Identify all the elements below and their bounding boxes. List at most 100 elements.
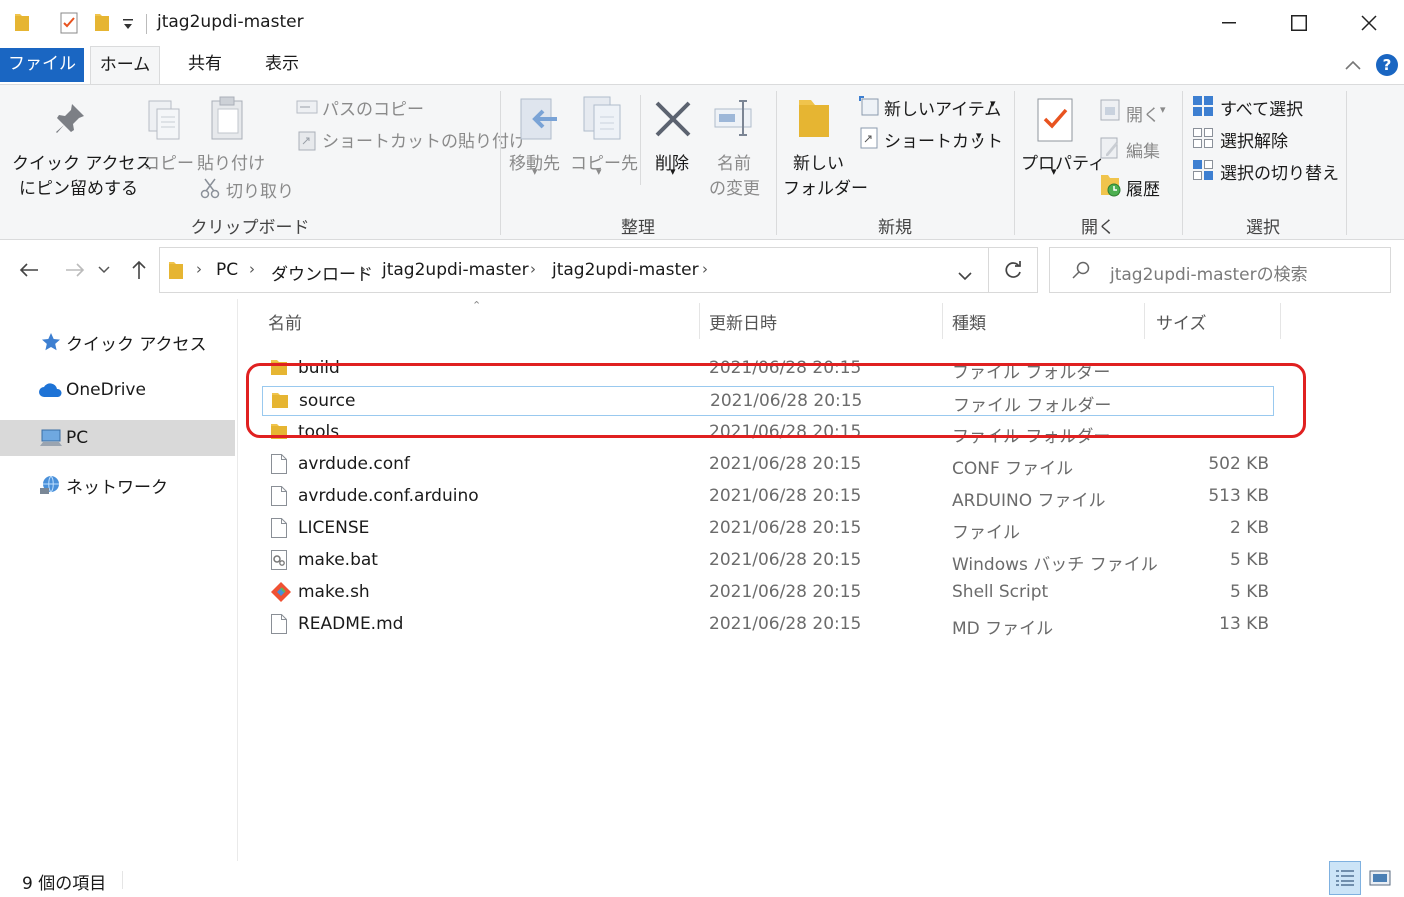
history-button[interactable]: 履歴	[1126, 175, 1160, 200]
back-button[interactable]	[14, 255, 44, 285]
select-all-icon	[1192, 95, 1214, 121]
large-icons-view-button[interactable]	[1364, 861, 1396, 895]
minimize-button[interactable]	[1194, 0, 1264, 46]
new-item-button[interactable]: 新しいアイテム	[884, 95, 1001, 120]
table-row[interactable]: avrdude.conf.arduino 2021/06/28 20:15 ARDU…	[262, 482, 1274, 512]
file-type: ARDUINO ファイル	[952, 491, 1106, 511]
nav-label: PC	[66, 428, 89, 448]
search-icon	[1072, 261, 1090, 283]
customize-toolbar-icon[interactable]	[122, 16, 134, 35]
table-row[interactable]: make.sh 2021/06/28 20:15 Shell Script 5 KB	[262, 578, 1274, 608]
tab-home[interactable]: ホーム	[90, 46, 160, 85]
edit-button[interactable]: 編集	[1126, 137, 1160, 162]
close-button[interactable]	[1334, 0, 1404, 46]
tab-share[interactable]: 共有	[172, 46, 238, 84]
sort-ascending-icon: ⌃	[472, 299, 482, 312]
properties-dropdown-icon[interactable]: ▾	[1051, 165, 1057, 178]
file-date: 2021/06/28 20:15	[709, 518, 862, 538]
breadcrumb-pc[interactable]: PC	[216, 260, 238, 280]
edit-icon	[1100, 137, 1120, 163]
refresh-button[interactable]	[988, 247, 1038, 293]
file-type: Shell Script	[952, 582, 1049, 602]
help-icon[interactable]: ?	[1375, 53, 1399, 81]
breadcrumb-downloads[interactable]: ダウンロード	[271, 260, 373, 285]
table-row[interactable]: README.md 2021/06/28 20:15 MD ファイル 13 KB	[262, 610, 1274, 640]
select-none-button[interactable]: 選択解除	[1220, 127, 1288, 152]
move-to-dropdown-icon[interactable]: ▾	[532, 165, 538, 178]
table-row[interactable]: make.bat 2021/06/28 20:15 Windows バッチ ファイル…	[262, 546, 1274, 576]
column-header-type[interactable]: 種類	[952, 309, 986, 335]
open-button[interactable]: 開く	[1126, 101, 1160, 126]
delete-icon	[653, 99, 693, 143]
group-separator	[1346, 91, 1347, 235]
new-folder-quick-icon[interactable]	[94, 12, 110, 36]
details-view-button[interactable]	[1329, 861, 1361, 895]
new-folder-button[interactable]: 新しい	[793, 149, 844, 174]
pin-quick-access-button[interactable]: クイック アクセス	[12, 149, 153, 174]
delete-dropdown-icon[interactable]: ▾	[670, 165, 676, 178]
properties-button[interactable]: プロパティ	[1021, 149, 1105, 174]
maximize-button[interactable]	[1264, 0, 1334, 46]
copy-button[interactable]: コピー	[143, 149, 194, 174]
search-box[interactable]: jtag2updi-masterの検索	[1049, 247, 1391, 293]
select-none-icon	[1192, 127, 1214, 153]
copy-to-button[interactable]: コピー先	[570, 149, 638, 174]
nav-item-network[interactable]: ネットワーク	[0, 467, 235, 503]
new-folder-label2[interactable]: フォルダー	[783, 174, 868, 199]
properties-quick-icon[interactable]	[60, 12, 78, 38]
recent-locations-button[interactable]	[94, 255, 114, 285]
nav-item-quick-access[interactable]: クイック アクセス	[0, 324, 235, 360]
address-bar[interactable]: › PC › ダウンロード › jtag2updi-master › jtag2…	[159, 247, 989, 293]
nav-label: クイック アクセス	[66, 334, 207, 355]
column-separator[interactable]	[942, 303, 943, 339]
file-name: README.md	[298, 614, 404, 634]
select-all-button[interactable]: すべて選択	[1220, 95, 1303, 120]
column-header-name[interactable]: 名前	[268, 309, 302, 335]
file-icon	[270, 453, 288, 479]
file-type: CONF ファイル	[952, 459, 1074, 479]
table-row[interactable]: LICENSE 2021/06/28 20:15 ファイル 2 KB	[262, 514, 1274, 544]
shortcut-dropdown-icon[interactable]: ▾	[976, 129, 982, 142]
tab-file[interactable]: ファイル	[0, 48, 84, 82]
address-history-icon[interactable]	[958, 266, 972, 285]
new-item-dropdown-icon[interactable]: ▾	[990, 97, 996, 110]
select-group-label: 選択	[1246, 218, 1280, 238]
breadcrumb-separator[interactable]: ›	[530, 260, 536, 278]
pin-quick-access-label2[interactable]: にピン留めする	[19, 174, 138, 199]
nav-item-pc[interactable]: PC	[0, 420, 235, 456]
invert-selection-button[interactable]: 選択の切り替え	[1220, 159, 1339, 184]
breadcrumb-jtag2updi-master-current[interactable]: jtag2updi-master	[552, 260, 699, 280]
rename-button[interactable]: 名前	[717, 149, 751, 174]
column-separator[interactable]	[1144, 303, 1145, 339]
copy-to-dropdown-icon[interactable]: ▾	[596, 165, 602, 178]
shortcut-icon	[860, 127, 878, 153]
breadcrumb-separator[interactable]: ›	[702, 260, 708, 278]
breadcrumb-jtag2updi-master[interactable]: jtag2updi-master	[382, 260, 529, 280]
breadcrumb-separator[interactable]: ›	[249, 260, 255, 278]
title-bar: jtag2updi-master	[0, 0, 1404, 46]
column-separator[interactable]	[1280, 303, 1281, 339]
cloud-icon	[36, 381, 66, 399]
open-dropdown-icon[interactable]: ▾	[1160, 103, 1166, 116]
column-header-size[interactable]: サイズ	[1156, 309, 1207, 335]
tab-view[interactable]: 表示	[250, 46, 314, 84]
column-separator[interactable]	[699, 303, 700, 339]
collapse-ribbon-icon[interactable]	[1344, 56, 1362, 75]
status-bar: 9 個の項目	[0, 861, 1404, 897]
forward-button[interactable]	[60, 255, 90, 285]
breadcrumb-separator[interactable]: ›	[360, 260, 366, 278]
rename-label2[interactable]: の変更	[709, 174, 760, 199]
paste-shortcut-button[interactable]: ショートカットの貼り付け	[322, 127, 526, 152]
breadcrumb-separator[interactable]: ›	[196, 260, 202, 278]
nav-item-onedrive[interactable]: OneDrive	[0, 372, 235, 408]
shortcut-button[interactable]: ショートカット	[884, 127, 1003, 152]
computer-icon	[36, 428, 66, 448]
file-name: avrdude.conf	[298, 454, 410, 474]
window-title: jtag2updi-master	[157, 12, 304, 32]
column-header-date[interactable]: 更新日時	[709, 309, 777, 335]
table-row[interactable]: avrdude.conf 2021/06/28 20:15 CONF ファイル 502…	[262, 450, 1274, 480]
up-button[interactable]	[124, 255, 154, 285]
cut-button[interactable]: 切り取り	[226, 177, 294, 202]
paste-button[interactable]: 貼り付け	[197, 149, 265, 174]
copy-path-button[interactable]: パスのコピー	[322, 95, 424, 120]
